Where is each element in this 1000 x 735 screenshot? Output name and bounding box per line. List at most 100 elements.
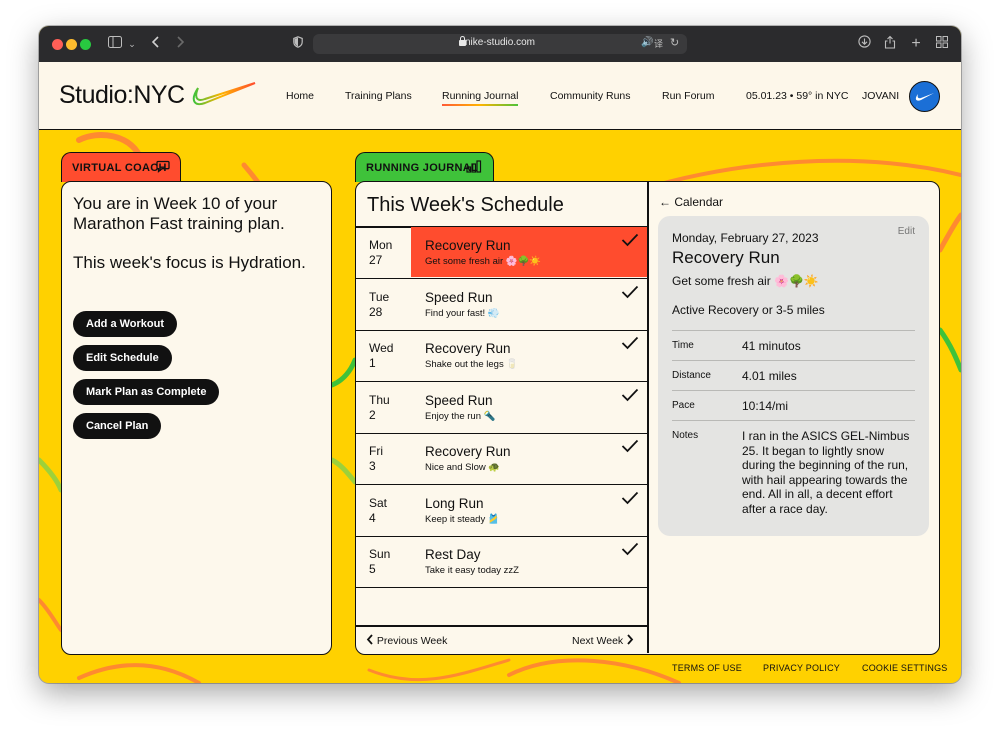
detail-row-distance: Distance 4.01 miles [672, 360, 915, 390]
row-workout: Speed Run Enjoy the run 🔦 [411, 382, 647, 432]
schedule-row-sun[interactable]: Sun 5 Rest Day Take it easy today zzZ [356, 536, 647, 588]
new-tab-icon[interactable]: + [907, 35, 925, 53]
zoom-window-button[interactable] [80, 39, 91, 50]
row-workout-subtitle: Take it easy today zzZ [425, 565, 519, 576]
schedule-row-fri[interactable]: Fri 3 Recovery Run Nice and Slow 🐢 [356, 433, 647, 485]
row-workout: Recovery Run Shake out the legs 🥛 [411, 330, 647, 380]
row-day-date: 28 [369, 304, 383, 319]
checkmark-icon[interactable] [621, 233, 639, 252]
run-detail-card: Monday, February 27, 2023 Edit Recovery … [658, 216, 929, 536]
row-workout-title: Long Run [425, 495, 484, 511]
divider [356, 625, 647, 627]
active-nav-underline [442, 104, 519, 106]
detail-value: I ran in the ASICS GEL-Nimbus 25. It beg… [742, 429, 910, 516]
schedule-row-mon[interactable]: Mon 27 Recovery Run Get some fresh air 🌸🌳☀️ [356, 227, 647, 279]
detail-label: Distance [672, 370, 711, 381]
schedule-row-wed[interactable]: Wed 1 Recovery Run Shake out the legs 🥛 [356, 330, 647, 382]
tab-running-journal[interactable]: RUNNING JOURNAL [355, 152, 494, 182]
row-day: Sat 4 [369, 496, 387, 526]
row-day-date: 5 [369, 562, 376, 576]
checkmark-icon[interactable] [621, 336, 639, 355]
cookie-settings-link[interactable]: COOKIE SETTINGS [862, 663, 948, 673]
detail-label: Pace [672, 400, 695, 411]
chevron-left-icon [366, 634, 373, 645]
schedule-title: This Week's Schedule [367, 194, 564, 216]
site-logo[interactable]: Studio:NYC [59, 81, 185, 110]
nav-home[interactable]: Home [286, 90, 314, 102]
checkmark-icon[interactable] [621, 491, 639, 510]
row-day-name: Tue [369, 289, 390, 304]
schedule-row-tue[interactable]: Tue 28 Speed Run Find your fast! 💨 [356, 279, 647, 331]
row-day-name: Wed [369, 341, 394, 355]
edit-button[interactable]: Edit [898, 226, 915, 237]
browser-toolbar: ⌄ nike-studio.com 🔊 译 ↻ + [39, 26, 961, 62]
mark-plan-complete-button[interactable]: Mark Plan as Complete [73, 379, 220, 405]
schedule-row-sat[interactable]: Sat 4 Long Run Keep it steady 🎽 [356, 485, 647, 537]
detail-label: Time [672, 340, 694, 351]
bar-chart-icon [466, 160, 482, 173]
row-workout-subtitle: Keep it steady 🎽 [425, 513, 500, 525]
row-day-date: 27 [369, 253, 383, 267]
detail-label: Notes [672, 430, 699, 441]
running-journal-panel: This Week's Schedule Mon 27 Recovery Run Ge… [355, 181, 940, 655]
nav-run-forum[interactable]: Run Forum [662, 90, 715, 102]
close-window-button[interactable] [52, 39, 63, 50]
avatar[interactable] [909, 81, 940, 112]
detail-date: Monday, February 27, 2023 [672, 231, 819, 245]
back-to-calendar-link[interactable]: ← Calendar [659, 195, 723, 209]
speaker-icon[interactable]: 🔊 [641, 37, 653, 48]
back-icon[interactable] [147, 35, 165, 53]
checkmark-icon[interactable] [621, 542, 639, 561]
row-day: Fri 3 [369, 444, 383, 474]
back-to-calendar-label: Calendar [674, 195, 724, 209]
tab-running-journal-label: RUNNING JOURNAL [366, 162, 479, 174]
detail-value: 10:14/mi [742, 399, 789, 413]
detail-row-time: Time 41 minutos [672, 330, 915, 360]
row-day-name: Sun [369, 547, 391, 561]
nav-running-journal[interactable]: Running Journal [442, 90, 519, 106]
chat-bubble-icon [156, 160, 170, 173]
share-icon[interactable] [881, 35, 899, 53]
row-day-date: 2 [369, 407, 376, 422]
user-name[interactable]: JOVANI [862, 90, 899, 102]
coach-week-text: You are in Week 10 of your Marathon Fast… [73, 194, 285, 233]
row-workout: Speed Run Find your fast! 💨 [411, 279, 647, 329]
date-weather: 05.01.23 • 59° in NYC [746, 90, 849, 102]
nav-training-plans[interactable]: Training Plans [345, 90, 412, 102]
row-workout-title: Rest Day [425, 547, 481, 562]
row-day-date: 4 [369, 510, 376, 525]
panel-divider [647, 182, 649, 653]
tab-overview-icon[interactable] [933, 35, 951, 53]
detail-value: 41 minutos [742, 339, 801, 353]
cancel-plan-button[interactable]: Cancel Plan [73, 413, 162, 439]
reload-icon[interactable]: ↻ [670, 36, 679, 49]
row-day: Thu 2 [369, 393, 390, 423]
row-workout-title: Recovery Run [425, 444, 511, 459]
sidebar-icon[interactable] [106, 35, 124, 53]
swoosh-avatar-icon [915, 93, 934, 101]
previous-week-label: Previous Week [376, 635, 448, 647]
translate-icon[interactable]: 译 [654, 37, 663, 50]
nav-running-journal-label: Running Journal [442, 90, 519, 102]
edit-schedule-button[interactable]: Edit Schedule [73, 345, 172, 371]
downloads-icon[interactable] [855, 35, 873, 53]
privacy-shield-icon[interactable] [289, 35, 307, 53]
checkmark-icon[interactable] [621, 285, 639, 304]
forward-icon[interactable] [171, 35, 189, 53]
minimize-window-button[interactable] [66, 39, 77, 50]
tab-virtual-coach[interactable]: VIRTUAL COACH [61, 152, 181, 182]
nav-community-runs[interactable]: Community Runs [550, 90, 631, 102]
chevron-right-icon [627, 634, 634, 645]
next-week-label: Next Week [572, 635, 624, 647]
checkmark-icon[interactable] [621, 388, 639, 407]
checkmark-icon[interactable] [621, 439, 639, 458]
chevron-down-icon[interactable]: ⌄ [123, 35, 141, 53]
address-bar[interactable]: nike-studio.com 🔊 译 ↻ [313, 34, 687, 54]
previous-week-button[interactable]: Previous Week [366, 634, 447, 647]
schedule-row-thu[interactable]: Thu 2 Speed Run Enjoy the run 🔦 [356, 382, 647, 434]
next-week-button[interactable]: Next Week [572, 634, 634, 647]
row-workout-title: Speed Run [425, 392, 493, 408]
add-workout-button[interactable]: Add a Workout [73, 311, 178, 337]
privacy-policy-link[interactable]: PRIVACY POLICY [763, 663, 840, 673]
terms-of-use-link[interactable]: TERMS OF USE [672, 663, 742, 673]
